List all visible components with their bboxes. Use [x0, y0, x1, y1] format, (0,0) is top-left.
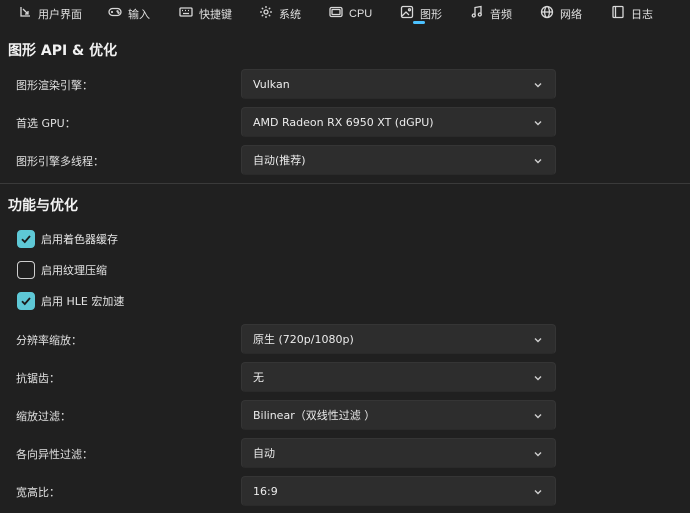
- image-icon: [400, 5, 414, 22]
- texture-compression-label: 启用纹理压缩: [41, 264, 107, 277]
- scaling-filter-select[interactable]: Bilinear（双线性过滤 ）: [241, 400, 556, 430]
- active-tab-indicator: [413, 21, 425, 24]
- shader-cache-checkbox[interactable]: [17, 230, 35, 248]
- antialiasing-value: 无: [253, 371, 264, 384]
- tab-label: 用户界面: [38, 8, 82, 21]
- gpu-label: 首选 GPU：: [16, 117, 76, 130]
- gamepad-icon: [108, 5, 122, 22]
- texture-compression-checkbox-row[interactable]: 启用纹理压缩: [17, 261, 107, 279]
- music-note-icon: [470, 5, 484, 22]
- user-interface-icon: [18, 5, 32, 22]
- section-title-features: 功能与优化: [8, 198, 78, 214]
- texture-compression-checkbox[interactable]: [17, 261, 35, 279]
- globe-icon: [540, 5, 554, 22]
- antialiasing-label: 抗锯齿：: [16, 372, 60, 385]
- tab-label: 系统: [279, 8, 301, 21]
- resolution-value: 原生 (720p/1080p): [253, 333, 354, 346]
- chevron-down-icon: [533, 487, 543, 497]
- threading-select[interactable]: 自动(推荐): [241, 145, 556, 175]
- backend-select[interactable]: Vulkan: [241, 69, 556, 99]
- shader-cache-label: 启用着色器缓存: [41, 233, 118, 246]
- tab-log[interactable]: 日志: [611, 0, 653, 27]
- tab-hotkeys[interactable]: 快捷键: [179, 0, 232, 27]
- chevron-down-icon: [533, 449, 543, 459]
- keyboard-icon: [179, 5, 193, 22]
- threading-label: 图形引擎多线程：: [16, 155, 104, 168]
- tab-label: 音频: [490, 8, 512, 21]
- threading-value: 自动(推荐): [253, 154, 306, 167]
- aspect-ratio-label: 宽高比：: [16, 486, 60, 499]
- tab-audio[interactable]: 音频: [470, 0, 512, 27]
- anisotropic-label: 各向异性过滤：: [16, 448, 93, 461]
- checkmark-icon: [21, 297, 31, 306]
- tab-system[interactable]: 系统: [259, 0, 301, 27]
- chevron-down-icon: [533, 335, 543, 345]
- tab-label: CPU: [349, 7, 373, 20]
- tab-label: 图形: [420, 8, 442, 21]
- scaling-filter-label: 缩放过滤：: [16, 410, 71, 423]
- backend-value: Vulkan: [253, 77, 290, 91]
- tab-input[interactable]: 输入: [108, 0, 150, 27]
- tab-network[interactable]: 网络: [540, 0, 582, 27]
- scaling-filter-value: Bilinear（双线性过滤 ）: [253, 409, 376, 422]
- tab-label: 快捷键: [199, 8, 232, 21]
- checkmark-icon: [21, 235, 31, 244]
- section-divider: [0, 183, 690, 184]
- tab-label: 网络: [560, 8, 582, 21]
- tab-label: 日志: [631, 8, 653, 21]
- settings-tab-bar: 用户界面 输入 快捷键 系统 CPU 图形 音频 网络 日志: [0, 0, 690, 27]
- hle-macro-label: 启用 HLE 宏加速: [41, 295, 125, 308]
- tab-label: 输入: [128, 8, 150, 21]
- chevron-down-icon: [533, 118, 543, 128]
- backend-label: 图形渲染引擎：: [16, 79, 93, 92]
- resolution-label: 分辨率缩放：: [16, 334, 82, 347]
- antialiasing-select[interactable]: 无: [241, 362, 556, 392]
- anisotropic-value: 自动: [253, 447, 275, 460]
- tab-graphics[interactable]: 图形: [400, 0, 442, 27]
- chevron-down-icon: [533, 411, 543, 421]
- hle-macro-checkbox-row[interactable]: 启用 HLE 宏加速: [17, 292, 124, 310]
- shader-cache-checkbox-row[interactable]: 启用着色器缓存: [17, 230, 118, 248]
- log-icon: [611, 5, 625, 22]
- aspect-ratio-select[interactable]: 16:9: [241, 476, 556, 506]
- hle-macro-checkbox[interactable]: [17, 292, 35, 310]
- chevron-down-icon: [533, 156, 543, 166]
- tab-user-interface[interactable]: 用户界面: [18, 0, 82, 27]
- gpu-select[interactable]: AMD Radeon RX 6950 XT (dGPU): [241, 107, 556, 137]
- aspect-ratio-value: 16:9: [253, 484, 278, 498]
- tab-cpu[interactable]: CPU: [329, 0, 372, 27]
- anisotropic-select[interactable]: 自动: [241, 438, 556, 468]
- resolution-select[interactable]: 原生 (720p/1080p): [241, 324, 556, 354]
- gear-icon: [259, 5, 273, 22]
- chevron-down-icon: [533, 80, 543, 90]
- chevron-down-icon: [533, 373, 543, 383]
- section-title-graphics-api: 图形 API & 优化: [8, 43, 118, 59]
- cpu-icon: [329, 5, 343, 22]
- gpu-value: AMD Radeon RX 6950 XT (dGPU): [253, 115, 434, 129]
